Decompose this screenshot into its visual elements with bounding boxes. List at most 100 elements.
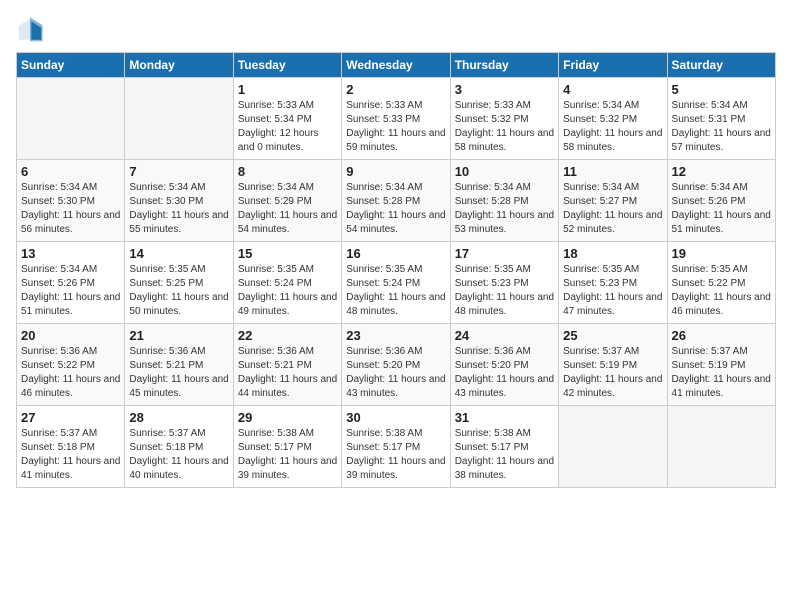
sunset: Sunset: 5:24 PM: [346, 278, 420, 289]
daylight: Daylight: 11 hours and 58 minutes.: [455, 128, 554, 153]
day-number: 8: [238, 164, 337, 179]
day-number: 11: [563, 164, 662, 179]
day-number: 21: [129, 328, 228, 343]
day-number: 31: [455, 410, 554, 425]
daylight: Daylight: 11 hours and 43 minutes.: [346, 374, 445, 399]
sunrise: Sunrise: 5:37 AM: [672, 346, 748, 357]
sunset: Sunset: 5:23 PM: [563, 278, 637, 289]
calendar-cell: 3Sunrise: 5:33 AMSunset: 5:32 PMDaylight…: [450, 78, 558, 160]
daylight: Daylight: 11 hours and 41 minutes.: [672, 374, 771, 399]
day-info: Sunrise: 5:35 AMSunset: 5:22 PMDaylight:…: [672, 263, 771, 319]
calendar-cell: 26 Sunrise: 5:37 AM Sunset: 5:19 PM Dayligh…: [667, 324, 775, 406]
day-number: 7: [129, 164, 228, 179]
logo-icon: [16, 16, 44, 44]
sunrise: Sunrise: 5:34 AM: [563, 100, 639, 111]
day-number: 1: [238, 82, 337, 97]
day-info: Sunrise: 5:34 AMSunset: 5:27 PMDaylight:…: [563, 181, 662, 237]
sunset: Sunset: 5:26 PM: [672, 196, 746, 207]
daylight: Daylight: 11 hours and 42 minutes.: [563, 374, 662, 399]
calendar-cell: 6Sunrise: 5:34 AMSunset: 5:30 PMDaylight…: [17, 160, 125, 242]
day-number: 15: [238, 246, 337, 261]
sunrise: Sunrise: 5:34 AM: [238, 182, 314, 193]
day-info: Sunrise: 5:36 AMSunset: 5:21 PMDaylight:…: [238, 345, 337, 401]
day-number: 22: [238, 328, 337, 343]
sunset: Sunset: 5:23 PM: [455, 278, 529, 289]
calendar-cell: 19Sunrise: 5:35 AMSunset: 5:22 PMDayligh…: [667, 242, 775, 324]
sunset: Sunset: 5:26 PM: [21, 278, 95, 289]
day-info: Sunrise: 5:38 AMSunset: 5:17 PMDaylight:…: [238, 427, 337, 483]
day-number: 28: [129, 410, 228, 425]
daylight: Daylight: 11 hours and 44 minutes.: [238, 374, 337, 399]
day-number: 5: [672, 82, 771, 97]
daylight: Daylight: 11 hours and 45 minutes.: [129, 374, 228, 399]
sunset: Sunset: 5:18 PM: [129, 442, 203, 453]
sunrise: Sunrise: 5:35 AM: [672, 264, 748, 275]
sunset: Sunset: 5:27 PM: [563, 196, 637, 207]
calendar-cell: 1 Sunrise: 5:33 AMSunset: 5:34 PMDaylight…: [233, 78, 341, 160]
day-number: 20: [21, 328, 120, 343]
daylight: Daylight: 11 hours and 53 minutes.: [455, 210, 554, 235]
col-header-tuesday: Tuesday: [233, 53, 341, 78]
day-number: 26: [672, 328, 771, 343]
day-number: 9: [346, 164, 445, 179]
calendar-cell: [559, 406, 667, 488]
daylight: Daylight: 11 hours and 46 minutes.: [672, 292, 771, 317]
sunrise: Sunrise: 5:34 AM: [672, 100, 748, 111]
sunrise: Sunrise: 5:35 AM: [129, 264, 205, 275]
calendar-cell: 2Sunrise: 5:33 AMSunset: 5:33 PMDaylight…: [342, 78, 450, 160]
calendar-cell: 13Sunrise: 5:34 AMSunset: 5:26 PMDayligh…: [17, 242, 125, 324]
sunset: Sunset: 5:20 PM: [455, 360, 529, 371]
day-info: Sunrise: 5:35 AMSunset: 5:23 PMDaylight:…: [563, 263, 662, 319]
day-info: Sunrise: 5:36 AMSunset: 5:21 PMDaylight:…: [129, 345, 228, 401]
calendar-cell: 20 Sunrise: 5:36 AMSunset: 5:22 PMDayligh…: [17, 324, 125, 406]
col-header-monday: Monday: [125, 53, 233, 78]
daylight: Daylight: 11 hours and 50 minutes.: [129, 292, 228, 317]
day-info: Sunrise: 5:34 AMSunset: 5:26 PMDaylight:…: [21, 263, 120, 319]
daylight: Daylight: 11 hours and 51 minutes.: [21, 292, 120, 317]
sunrise: Sunrise: 5:35 AM: [455, 264, 531, 275]
sunset: Sunset: 5:30 PM: [21, 196, 95, 207]
sunset: Sunset: 5:34 PM: [238, 114, 312, 125]
calendar-cell: 21 Sunrise: 5:36 AMSunset: 5:21 PMDayligh…: [125, 324, 233, 406]
daylight: Daylight: 11 hours and 39 minutes.: [346, 456, 445, 481]
day-info: Sunrise: 5:37 AMSunset: 5:18 PMDaylight:…: [21, 427, 120, 483]
sunset: Sunset: 5:19 PM: [672, 360, 746, 371]
daylight: Daylight: 11 hours and 56 minutes.: [21, 210, 120, 235]
sunrise: Sunrise: 5:36 AM: [21, 346, 97, 357]
calendar-cell: 23Sunrise: 5:36 AMSunset: 5:20 PMDayligh…: [342, 324, 450, 406]
sunrise: Sunrise: 5:34 AM: [455, 182, 531, 193]
sunset: Sunset: 5:31 PM: [672, 114, 746, 125]
day-number: 10: [455, 164, 554, 179]
calendar-cell: 11 Sunrise: 5:34 AMSunset: 5:27 PMDayligh…: [559, 160, 667, 242]
day-info: Sunrise: 5:36 AMSunset: 5:22 PMDaylight:…: [21, 345, 120, 401]
daylight: Daylight: 11 hours and 54 minutes.: [346, 210, 445, 235]
day-number: 17: [455, 246, 554, 261]
sunset: Sunset: 5:28 PM: [455, 196, 529, 207]
day-number: 23: [346, 328, 445, 343]
day-info: Sunrise: 5:33 AMSunset: 5:32 PMDaylight:…: [455, 99, 554, 155]
sunset: Sunset: 5:21 PM: [238, 360, 312, 371]
calendar-cell: 14Sunrise: 5:35 AMSunset: 5:25 PMDayligh…: [125, 242, 233, 324]
calendar-cell: 8 Sunrise: 5:34 AMSunset: 5:29 PMDaylight…: [233, 160, 341, 242]
daylight: Daylight: 11 hours and 54 minutes.: [238, 210, 337, 235]
sunset: Sunset: 5:20 PM: [346, 360, 420, 371]
calendar-cell: 18 Sunrise: 5:35 AMSunset: 5:23 PMDayligh…: [559, 242, 667, 324]
day-info: Sunrise: 5:33 AMSunset: 5:34 PMDaylight:…: [238, 99, 337, 155]
day-info: Sunrise: 5:34 AMSunset: 5:29 PMDaylight:…: [238, 181, 337, 237]
calendar-cell: 25Sunrise: 5:37 AMSunset: 5:19 PMDayligh…: [559, 324, 667, 406]
sunset: Sunset: 5:25 PM: [129, 278, 203, 289]
day-info: Sunrise: 5:38 AMSunset: 5:17 PMDaylight:…: [346, 427, 445, 483]
daylight: Daylight: 11 hours and 57 minutes.: [672, 128, 771, 153]
sunrise: Sunrise: 5:35 AM: [346, 264, 422, 275]
calendar-cell: 28Sunrise: 5:37 AMSunset: 5:18 PMDayligh…: [125, 406, 233, 488]
day-info: Sunrise: 5:34 AMSunset: 5:30 PMDaylight:…: [129, 181, 228, 237]
sunrise: Sunrise: 5:37 AM: [563, 346, 639, 357]
day-number: 27: [21, 410, 120, 425]
daylight: Daylight: 11 hours and 48 minutes.: [346, 292, 445, 317]
sunset: Sunset: 5:33 PM: [346, 114, 420, 125]
calendar-cell: 12Sunrise: 5:34 AMSunset: 5:26 PMDayligh…: [667, 160, 775, 242]
calendar-cell: 7 Sunrise: 5:34 AMSunset: 5:30 PMDaylight…: [125, 160, 233, 242]
sunrise: Sunrise: 5:37 AM: [21, 428, 97, 439]
day-number: 18: [563, 246, 662, 261]
daylight: Daylight: 11 hours and 49 minutes.: [238, 292, 337, 317]
